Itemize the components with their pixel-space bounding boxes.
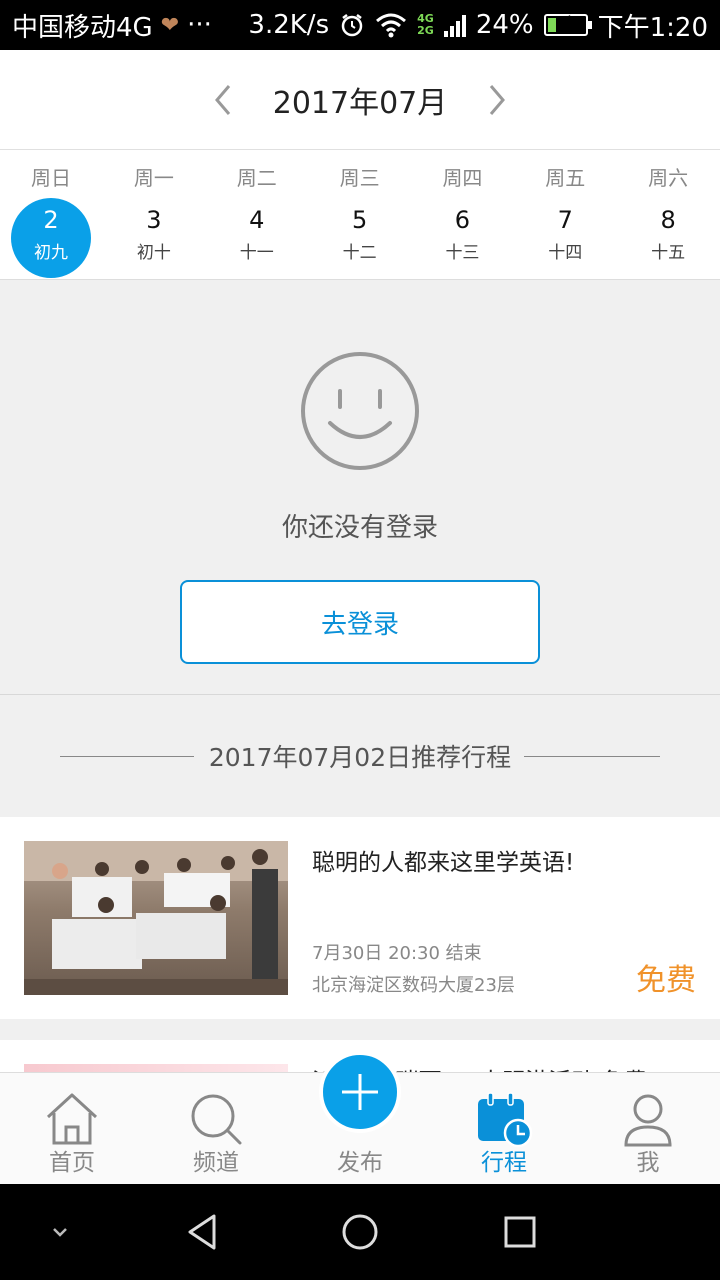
recommend-header: 2017年07月02日推荐行程	[0, 696, 720, 816]
back-triangle-icon	[188, 1214, 216, 1250]
day-cell[interactable]: 周三 5 十二	[309, 150, 411, 280]
search-icon	[191, 1094, 242, 1145]
tab-publish[interactable]: 发布	[288, 1051, 432, 1185]
lunar-date: 十二	[342, 243, 377, 263]
status-bar: 中国移动4G ❤ ··· 3.2K/s 4G 2G 24% ⚡ 下午1:20	[0, 0, 720, 50]
login-empty-state: 你还没有登录 去登录	[0, 281, 720, 695]
publish-button[interactable]	[319, 1051, 401, 1133]
weekday-label: 周二	[236, 166, 277, 190]
calendar-icon	[478, 1092, 533, 1148]
day-cell[interactable]: 周六 8 十五	[617, 150, 719, 280]
plus-icon	[342, 1074, 378, 1110]
divider-right	[524, 756, 660, 757]
network-speed: 3.2K/s	[248, 10, 330, 40]
lunar-date: 十五	[651, 243, 686, 263]
tab-home[interactable]: 首页	[0, 1073, 144, 1185]
home-circle-icon	[342, 1214, 378, 1250]
heart-icon: ❤	[160, 12, 180, 38]
tab-me[interactable]: 我	[576, 1073, 720, 1185]
home-icon	[46, 1093, 98, 1145]
weekday-label: 周六	[648, 166, 689, 190]
signal-icon	[443, 13, 466, 37]
weekday-label: 周日	[31, 166, 71, 190]
nav-home-button[interactable]	[336, 1208, 384, 1256]
lunar-date: 初十	[136, 243, 171, 263]
lunar-date: 十四	[548, 243, 583, 263]
day-number: 4	[249, 206, 265, 234]
event-location: 北京海淀区数码大厦23层	[312, 975, 515, 996]
day-number: 6	[454, 206, 471, 234]
day-number: 2	[43, 206, 59, 234]
event-price: 免费	[636, 963, 696, 998]
next-month-button[interactable]	[477, 80, 517, 120]
prev-month-button[interactable]	[203, 80, 243, 120]
weekday-label: 周一	[133, 166, 174, 190]
day-cell[interactable]: 周五 7 十四	[514, 150, 616, 280]
tab-schedule[interactable]: 行程	[432, 1073, 576, 1185]
tab-label: 行程	[481, 1150, 527, 1176]
day-cell[interactable]: 周四 6 十三	[411, 150, 513, 280]
tab-label: 发布	[337, 1150, 383, 1176]
tab-label: 首页	[49, 1150, 95, 1176]
battery-percent: 24%	[475, 10, 534, 40]
smiley-face-icon	[301, 352, 419, 470]
login-button[interactable]: 去登录	[180, 580, 540, 664]
clock: 下午1:20	[597, 12, 708, 43]
tab-label: 我	[636, 1150, 660, 1176]
day-cell[interactable]: 周二 4 十一	[206, 150, 308, 280]
event-thumbnail	[24, 841, 288, 995]
network-type-2g: 2G	[417, 24, 434, 37]
day-number: 8	[660, 206, 676, 234]
day-number: 3	[146, 206, 162, 234]
day-number: 5	[351, 206, 368, 234]
network-type-label: 4G 2G	[417, 13, 434, 37]
month-title: 2017年07月	[272, 85, 448, 121]
chevron-right-icon	[490, 84, 506, 115]
day-cell[interactable]: 周一 3 初十	[103, 150, 205, 280]
day-cell[interactable]: 周日 2 初九	[0, 150, 102, 280]
nav-collapse-button[interactable]	[36, 1208, 84, 1256]
event-title: 聪明的人都来这里学英语!	[312, 850, 575, 876]
event-time: 7月30日 20:30 结束	[312, 943, 482, 964]
event-card[interactable]: 聪明的人都来这里学英语! 7月30日 20:30 结束 北京海淀区数码大厦23层…	[0, 817, 720, 1019]
weekday-label: 周五	[545, 166, 586, 190]
lunar-date: 十一	[239, 243, 274, 263]
week-strip: 周日 2 初九 周一 3 初十 周二 4 十一 周三 5 十二 周四 6 十三 周五 7 十四 周六 8 十五	[0, 150, 720, 280]
weekday-label: 周四	[442, 166, 483, 190]
bottom-tab-bar: 首页 频道 发布 行程 我	[0, 1051, 720, 1185]
battery-icon: ⚡	[543, 12, 592, 36]
chevron-left-icon	[214, 84, 230, 115]
not-logged-in-message: 你还没有登录	[281, 513, 438, 543]
lunar-date: 十三	[445, 243, 480, 263]
nav-back-button[interactable]	[178, 1208, 226, 1256]
tab-channel[interactable]: 频道	[144, 1073, 288, 1185]
wifi-icon	[376, 13, 407, 38]
month-header: 2017年07月	[0, 50, 720, 150]
person-icon	[624, 1094, 672, 1147]
weekday-label: 周三	[339, 166, 380, 190]
tab-label: 频道	[193, 1150, 239, 1176]
nav-recents-button[interactable]	[496, 1208, 544, 1256]
system-nav-bar	[0, 1184, 720, 1280]
carrier-label: 中国移动4G	[12, 12, 153, 43]
alarm-icon	[341, 14, 363, 37]
lunar-date: 初九	[34, 243, 68, 263]
day-number: 7	[557, 206, 573, 234]
recents-square-icon	[504, 1216, 536, 1248]
more-dots: ···	[187, 10, 212, 40]
chevron-down-icon	[53, 1228, 67, 1237]
